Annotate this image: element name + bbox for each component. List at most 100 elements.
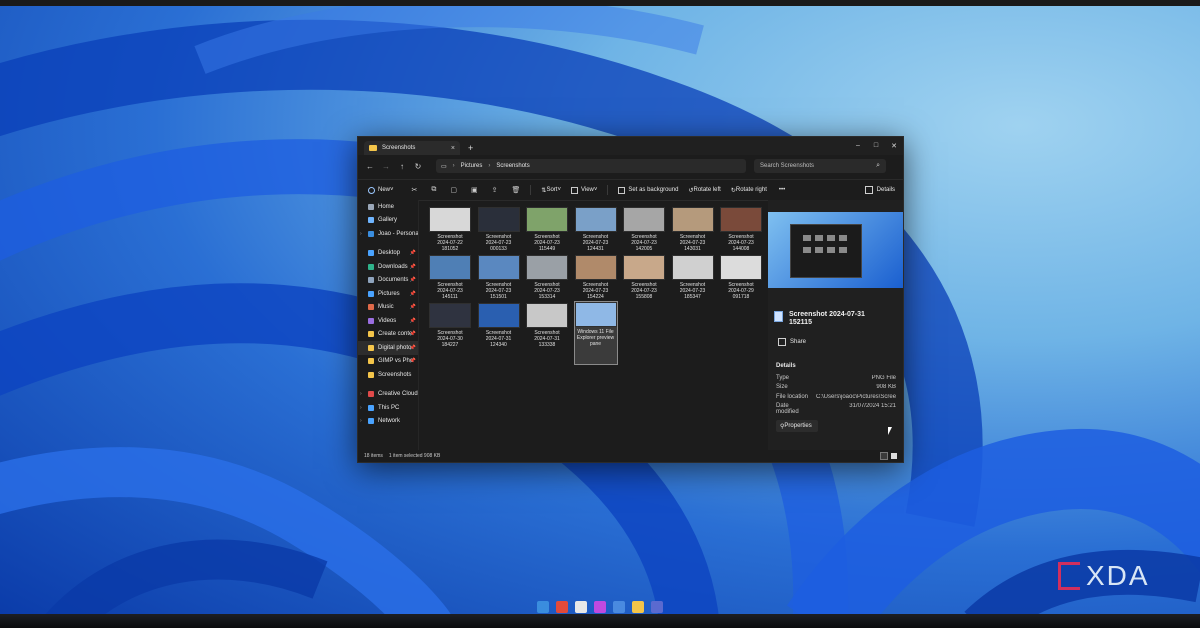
file-item[interactable]: Screenshot 2024-07-30 184227	[428, 303, 472, 367]
file-item[interactable]: Screenshot 2024-07-23 155808	[622, 255, 666, 319]
new-button[interactable]: New ˅	[368, 186, 394, 194]
sidebar-item-icon	[368, 203, 374, 210]
taskbar-app-icon[interactable]	[556, 601, 568, 613]
rotate-left-label: Rotate left	[693, 187, 721, 193]
chevron-right-icon[interactable]: ›	[360, 418, 362, 424]
file-title: Screenshot 2024-07-31 152115	[774, 311, 889, 327]
sidebar-item[interactable]: › Network	[358, 415, 418, 429]
taskbar-app-icon[interactable]	[632, 601, 644, 613]
up-button[interactable]: ↑	[394, 162, 410, 171]
forward-button[interactable]: →	[378, 162, 394, 171]
sidebar-item-icon	[368, 317, 374, 324]
sidebar-item-icon	[368, 290, 374, 297]
search-icon: ⌕	[876, 162, 880, 169]
sidebar-item[interactable]: Gallery	[358, 214, 418, 228]
chevron-right-icon: ›	[488, 163, 491, 169]
file-item[interactable]: Screenshot 2024-07-23 185347	[671, 255, 715, 319]
file-item[interactable]: Screenshot 2024-07-31 133338	[525, 303, 569, 367]
sort-button[interactable]: ⇅ Sort ˅	[541, 187, 561, 194]
share-button[interactable]: Share	[778, 338, 806, 346]
taskbar-app-icon[interactable]	[594, 601, 606, 613]
rotate-right-button[interactable]: ↻ Rotate right	[731, 187, 767, 194]
xda-watermark: XDA	[1058, 560, 1150, 592]
pin-icon: 📌	[409, 331, 416, 338]
chevron-right-icon[interactable]: ›	[360, 231, 362, 237]
properties-button[interactable]: ⚲ Properties	[776, 420, 818, 432]
file-item[interactable]: Windows 11 File Explorer preview pane	[573, 301, 618, 365]
file-caption: Screenshot 2024-07-23 000133	[477, 234, 521, 252]
share-icon[interactable]: ⇪	[492, 186, 498, 194]
maximize-button[interactable]: □	[867, 142, 885, 150]
sidebar-item-icon	[368, 331, 374, 338]
file-thumbnail	[526, 255, 568, 280]
taskbar-app-icon[interactable]	[651, 601, 663, 613]
taskbar-app-icon[interactable]	[575, 601, 587, 613]
sidebar-item[interactable]: › Creative Cloud F	[358, 388, 418, 402]
sidebar-item[interactable]: Downloads 📌	[358, 260, 418, 274]
sidebar-item[interactable]: › Joao - Personal	[358, 227, 418, 241]
paste-icon[interactable]: ▢	[450, 186, 457, 194]
pin-icon: 📌	[409, 304, 416, 311]
tab-close-icon[interactable]: ×	[451, 145, 455, 152]
sidebar-item[interactable]: Videos 📌	[358, 314, 418, 328]
file-thumbnail	[429, 255, 471, 280]
rename-icon[interactable]: ▣	[471, 186, 478, 194]
sidebar-item[interactable]: Screenshots	[358, 368, 418, 382]
file-caption: Screenshot 2024-07-23 154224	[574, 282, 618, 300]
file-caption: Screenshot 2024-07-23 151501	[477, 282, 521, 300]
divider	[530, 185, 532, 195]
file-item[interactable]: Screenshot 2024-07-29 091718	[719, 255, 763, 319]
more-button[interactable]: •••	[779, 187, 785, 193]
breadcrumb[interactable]: ▭ › Pictures › Screenshots	[436, 159, 746, 173]
chevron-down-icon: ˅	[557, 187, 561, 193]
title-bar[interactable]: Screenshots × + – □ ✕	[358, 137, 903, 155]
delete-icon[interactable]: 🗑	[512, 186, 521, 194]
sidebar-item[interactable]: Create conte 📌	[358, 328, 418, 342]
tab-screenshots[interactable]: Screenshots ×	[364, 141, 460, 155]
sidebar-item-icon	[368, 250, 374, 257]
chevron-right-icon[interactable]: ›	[360, 391, 362, 397]
minimize-button[interactable]: –	[849, 142, 867, 150]
new-tab-button[interactable]: +	[468, 143, 473, 153]
file-caption: Screenshot 2024-07-23 124431	[574, 234, 618, 252]
cut-icon[interactable]: ✂	[412, 186, 418, 194]
breadcrumb-pictures[interactable]: Pictures	[461, 163, 483, 169]
sidebar-item-label: This PC	[378, 404, 400, 411]
sidebar-item[interactable]: Pictures 📌	[358, 287, 418, 301]
refresh-button[interactable]: ↻	[410, 162, 426, 171]
sidebar-item[interactable]: Music 📌	[358, 301, 418, 315]
close-button[interactable]: ✕	[885, 142, 903, 150]
details-icon	[864, 186, 873, 194]
copy-icon[interactable]: ⧉	[431, 186, 436, 194]
tiles-view-icon[interactable]	[891, 453, 897, 459]
sidebar-item[interactable]: Digital photo 📌	[358, 341, 418, 355]
status-bar: 18 items 1 item selected 908 KB	[358, 450, 903, 462]
file-explorer-window[interactable]: Screenshots × + – □ ✕ ← → ↑ ↻ ▭ › Pictur…	[357, 136, 904, 463]
chevron-right-icon[interactable]: ›	[360, 405, 362, 411]
sidebar-item[interactable]: Home	[358, 200, 418, 214]
sidebar-item[interactable]: GIMP vs Pho 📌	[358, 355, 418, 369]
chevron-down-icon: ˅	[593, 187, 598, 193]
sidebar-item-label: Home	[378, 203, 395, 210]
sidebar-item-icon	[368, 371, 374, 378]
sidebar-item[interactable]: › This PC	[358, 401, 418, 415]
sidebar-item[interactable]: Documents 📌	[358, 274, 418, 288]
navigation-pane: Home Gallery › Joao - Personal Desktop 📌 Downl…	[358, 200, 419, 450]
file-name-line: 184227	[441, 342, 459, 348]
details-view-icon[interactable]	[880, 452, 888, 460]
details-pane-button[interactable]: Details	[864, 186, 895, 194]
breadcrumb-screenshots[interactable]: Screenshots	[496, 163, 529, 169]
file-item[interactable]: Screenshot 2024-07-31 124340	[477, 303, 521, 367]
view-button[interactable]: View ˅	[570, 186, 598, 194]
file-name-line: 000133	[490, 246, 507, 252]
set-as-background-button[interactable]: Set as background	[618, 186, 678, 194]
search-placeholder: Search Screenshots	[760, 163, 815, 169]
back-button[interactable]: ←	[362, 162, 378, 171]
sidebar-item[interactable]: Desktop 📌	[358, 247, 418, 261]
rotate-left-button[interactable]: ↺ Rotate left	[688, 187, 720, 194]
taskbar-app-icon[interactable]	[537, 601, 549, 613]
detail-value: PNG File	[871, 375, 896, 381]
file-thumbnail	[526, 207, 568, 232]
search-input[interactable]: Search Screenshots ⌕	[754, 159, 886, 173]
taskbar-app-icon[interactable]	[613, 601, 625, 613]
